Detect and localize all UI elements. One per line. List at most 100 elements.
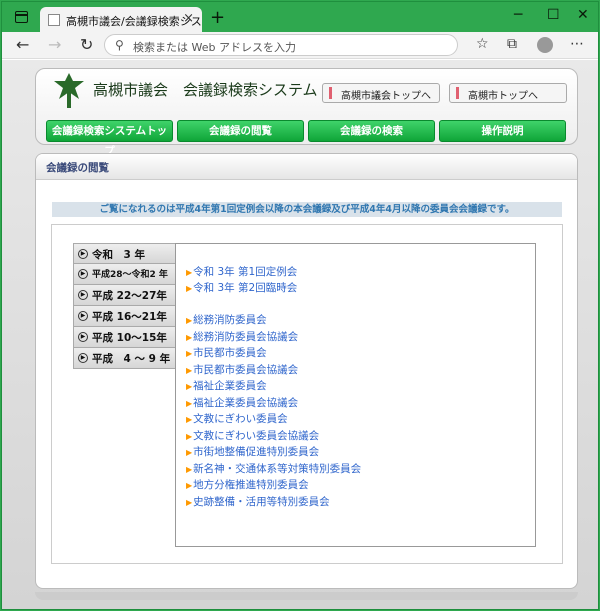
arrow-icon: ▶ <box>186 399 193 408</box>
address-toolbar: ← → ↻ ⚲ 検索または Web アドレスを入力 ☆ ⧉ ⋯ <box>2 32 598 59</box>
committee-label: 文教にぎわい委員会 <box>193 413 288 425</box>
era-label: 平成 22～27年 <box>92 290 167 302</box>
browser-tab[interactable]: 高槻市議会/会議録検索システム × <box>40 7 202 32</box>
committee-link[interactable]: ▶総務消防委員会 <box>186 312 267 327</box>
council-top-label: 高槻市議会トップへ <box>341 91 431 102</box>
committee-link[interactable]: ▶地方分権推進特別委員会 <box>186 477 309 492</box>
committee-link[interactable]: ▶市民都市委員会協議会 <box>186 362 298 377</box>
era-item[interactable]: ▶ 平成 4 ～ 9 年 <box>73 348 176 369</box>
committee-label: 文教にぎわい委員会協議会 <box>193 430 320 442</box>
committee-link[interactable]: ▶市民都市委員会 <box>186 345 267 360</box>
nav-system-top[interactable]: 会議録検索システムトップ <box>46 120 173 157</box>
committee-link[interactable]: ▶市街地整備促進特別委員会 <box>186 444 319 459</box>
minimize-icon[interactable]: ─ <box>514 7 522 23</box>
city-top-button[interactable]: 高槻市トップへ <box>449 83 567 103</box>
content-heading: 会議録の閲覧 <box>36 154 577 180</box>
refresh-icon[interactable]: ↻ <box>80 35 93 54</box>
arrow-icon: ▶ <box>186 415 193 424</box>
web-page: 高槻市議会 会議録検索システム 高槻市議会トップへ 高槻市トップへ 会議録検索シ… <box>2 60 598 609</box>
era-item[interactable]: ▶ 平成28～令和2 年 <box>73 264 176 285</box>
committee-link[interactable]: ▶文教にぎわい委員会 <box>186 411 288 426</box>
council-top-button[interactable]: 高槻市議会トップへ <box>322 83 440 103</box>
arrow-icon: ▶ <box>186 349 193 358</box>
city-top-label: 高槻市トップへ <box>468 91 538 102</box>
play-circle-icon: ▶ <box>78 353 88 363</box>
arrow-icon: ▶ <box>186 465 193 474</box>
committee-label: 市街地整備促進特別委員会 <box>193 446 320 458</box>
site-header: 高槻市議会 会議録検索システム 高槻市議会トップへ 高槻市トップへ 会議録検索シ… <box>35 68 578 157</box>
search-icon: ⚲ <box>115 38 124 52</box>
arrow-icon: ▶ <box>186 268 193 277</box>
committee-label: 新名神・交通体系等対策特別委員会 <box>193 463 362 475</box>
play-circle-icon: ▶ <box>78 249 88 259</box>
committee-link[interactable]: ▶文教にぎわい委員会協議会 <box>186 428 319 443</box>
close-window-icon[interactable]: ✕ <box>577 7 589 23</box>
browser-window: 高槻市議会/会議録検索システム × + ─ ☐ ✕ ← → ↻ ⚲ 検索または … <box>1 1 599 610</box>
session-link[interactable]: ▶令和 3年 第2回臨時会 <box>186 280 297 295</box>
nav-browse[interactable]: 会議録の閲覧 <box>177 120 304 142</box>
maximize-icon[interactable]: ☐ <box>547 7 560 23</box>
play-circle-icon: ▶ <box>78 311 88 321</box>
committee-label: 地方分権推進特別委員会 <box>193 479 309 491</box>
content-panel: 会議録の閲覧 ご覧になれるのは平成4年第1回定例会以降の本会議録及び平成4年4月… <box>35 153 578 589</box>
era-label: 平成 4 ～ 9 年 <box>92 353 171 365</box>
arrow-icon: ▶ <box>186 481 193 490</box>
site-title: 高槻市議会 会議録検索システム <box>93 81 318 99</box>
new-tab-icon[interactable]: + <box>210 7 225 28</box>
play-circle-icon: ▶ <box>78 290 88 300</box>
committee-label: 福祉企業委員会協議会 <box>193 397 299 409</box>
committee-label: 福祉企業委員会 <box>193 380 267 392</box>
bullet-bar-icon <box>456 87 459 99</box>
arrow-icon: ▶ <box>186 382 193 391</box>
arrow-icon: ▶ <box>186 498 193 507</box>
title-bar: 高槻市議会/会議録検索システム × + ─ ☐ ✕ <box>2 2 598 32</box>
era-item[interactable]: ▶ 平成 16～21年 <box>73 306 176 327</box>
committee-label: 市民都市委員会協議会 <box>193 364 299 376</box>
committee-link[interactable]: ▶総務消防委員会協議会 <box>186 329 298 344</box>
address-bar[interactable]: ⚲ 検索または Web アドレスを入力 <box>104 34 458 56</box>
nav-search[interactable]: 会議録の検索 <box>308 120 435 142</box>
committee-label: 総務消防委員会協議会 <box>193 331 299 343</box>
arrow-icon: ▶ <box>186 366 193 375</box>
era-label: 平成28～令和2 年 <box>92 270 168 280</box>
favorites-star-icon[interactable]: ☆ <box>476 36 489 52</box>
city-emblem-icon <box>54 73 84 108</box>
era-item[interactable]: ▶ 平成 22～27年 <box>73 285 176 306</box>
availability-notice: ご覧になれるのは平成4年第1回定例会以降の本会議録及び平成4年4月以降の委員会会… <box>52 202 562 217</box>
committee-label: 史跡整備・活用等特別委員会 <box>193 496 330 508</box>
committee-link[interactable]: ▶福祉企業委員会 <box>186 378 267 393</box>
arrow-icon: ▶ <box>186 432 193 441</box>
more-menu-icon[interactable]: ⋯ <box>570 36 584 52</box>
arrow-icon: ▶ <box>186 333 193 342</box>
play-circle-icon: ▶ <box>78 269 88 279</box>
committee-link[interactable]: ▶新名神・交通体系等対策特別委員会 <box>186 461 361 476</box>
close-tab-icon[interactable]: × <box>183 11 194 26</box>
arrow-icon: ▶ <box>186 448 193 457</box>
forward-icon[interactable]: → <box>48 35 61 54</box>
tab-title: 高槻市議会/会議録検索システム <box>66 15 202 28</box>
era-item[interactable]: ▶ 平成 10～15年 <box>73 327 176 348</box>
committee-link[interactable]: ▶史跡整備・活用等特別委員会 <box>186 494 330 509</box>
arrow-icon: ▶ <box>186 284 193 293</box>
back-icon[interactable]: ← <box>16 35 29 54</box>
session-link[interactable]: ▶令和 3年 第1回定例会 <box>186 264 297 279</box>
page-favicon-icon <box>48 14 60 26</box>
era-label: 令和 3 年 <box>92 249 145 261</box>
tab-actions-icon[interactable] <box>15 11 28 23</box>
committee-label: 市民都市委員会 <box>193 347 267 359</box>
session-list: ▶令和 3年 第1回定例会 ▶令和 3年 第2回臨時会 ▶総務消防委員会 ▶総務… <box>175 243 536 547</box>
era-label: 平成 16～21年 <box>92 311 167 323</box>
nav-help[interactable]: 操作説明 <box>439 120 566 142</box>
profile-avatar[interactable] <box>537 37 553 53</box>
committee-link[interactable]: ▶福祉企業委員会協議会 <box>186 395 298 410</box>
collections-icon[interactable]: ⧉ <box>507 36 517 52</box>
session-label: 令和 3年 第2回臨時会 <box>193 282 298 294</box>
bullet-bar-icon <box>329 87 332 99</box>
page-footer-bar <box>35 592 578 600</box>
era-item[interactable]: ▶ 令和 3 年 <box>73 243 176 264</box>
committee-label: 総務消防委員会 <box>193 314 267 326</box>
session-label: 令和 3年 第1回定例会 <box>193 266 298 278</box>
play-circle-icon: ▶ <box>78 332 88 342</box>
arrow-icon: ▶ <box>186 316 193 325</box>
era-list: ▶ 令和 3 年 ▶ 平成28～令和2 年 ▶ 平成 22～27年 ▶ 平成 16～21… <box>73 243 176 369</box>
